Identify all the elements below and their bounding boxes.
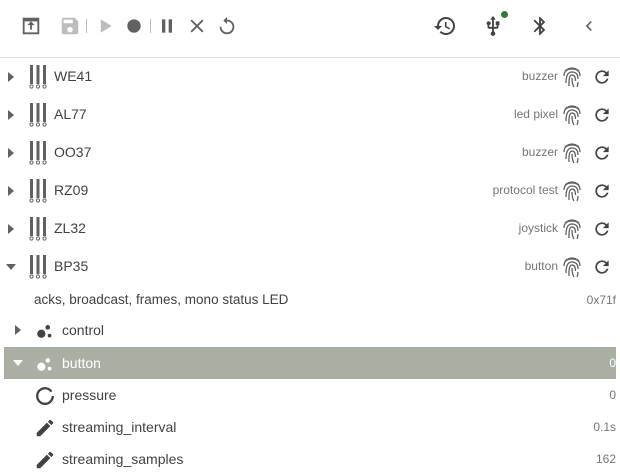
register-value: 0 xyxy=(609,388,616,402)
device-row[interactable]: RZ09 protocol test xyxy=(0,172,620,210)
device-tag: buzzer xyxy=(521,145,558,159)
register-row-streaming-interval[interactable]: streaming_interval 0.1s xyxy=(0,411,620,443)
register-name: pressure xyxy=(62,387,117,403)
close-icon[interactable] xyxy=(184,13,210,39)
save-icon[interactable] xyxy=(57,13,83,39)
caret-right-icon[interactable] xyxy=(6,223,16,235)
device-firmware-id: 0x71f xyxy=(586,293,616,307)
fingerprint-icon[interactable] xyxy=(562,142,582,164)
fingerprint-icon[interactable] xyxy=(562,66,582,88)
chevron-left-icon[interactable] xyxy=(576,13,602,39)
pencil-icon[interactable] xyxy=(34,417,56,439)
device-name: OO37 xyxy=(54,144,92,160)
device-tag: buzzer xyxy=(521,69,558,83)
history-icon[interactable] xyxy=(432,13,458,39)
refresh-icon[interactable] xyxy=(592,219,612,239)
service-name: button xyxy=(62,355,101,371)
toolbar-divider xyxy=(150,19,151,33)
device-name: RZ09 xyxy=(54,182,89,198)
caret-right-icon[interactable] xyxy=(6,147,16,159)
fingerprint-icon[interactable] xyxy=(562,218,582,240)
usb-icon[interactable] xyxy=(480,11,508,39)
device-icon xyxy=(29,65,47,89)
pause-icon[interactable] xyxy=(154,13,180,39)
device-tag: protocol test xyxy=(492,183,558,197)
service-name: control xyxy=(62,322,105,338)
refresh-icon[interactable] xyxy=(592,143,612,163)
device-row[interactable]: AL77 led pixel xyxy=(0,96,620,134)
device-name: AL77 xyxy=(54,106,87,122)
device-tag: button xyxy=(524,259,558,273)
device-row[interactable]: BP35 button xyxy=(0,248,620,286)
device-name: ZL32 xyxy=(54,220,86,236)
pencil-icon[interactable] xyxy=(34,449,56,471)
refresh-icon[interactable] xyxy=(592,181,612,201)
caret-down-icon[interactable] xyxy=(13,358,23,368)
gauge-ring-icon xyxy=(34,385,56,407)
register-value: 0.1s xyxy=(593,420,616,434)
fingerprint-icon[interactable] xyxy=(562,256,582,278)
device-description-row: acks, broadcast, frames, mono status LED… xyxy=(0,284,620,316)
register-row-streaming-samples[interactable]: streaming_samples 162 xyxy=(0,443,620,475)
service-row-button[interactable]: button 0 xyxy=(4,347,616,379)
refresh-icon[interactable] xyxy=(592,257,612,277)
play-icon[interactable] xyxy=(92,13,118,39)
refresh-icon[interactable] xyxy=(592,67,612,87)
caret-right-icon[interactable] xyxy=(13,325,23,335)
register-name: streaming_interval xyxy=(62,419,177,435)
device-row[interactable]: WE41 buzzer xyxy=(0,58,620,96)
reset-icon[interactable] xyxy=(214,13,240,39)
device-icon xyxy=(29,179,47,203)
device-row[interactable]: ZL32 joystick xyxy=(0,210,620,248)
toolbar-divider xyxy=(86,19,87,33)
caret-right-icon[interactable] xyxy=(6,109,16,121)
device-row[interactable]: OO37 buzzer xyxy=(0,134,620,172)
fingerprint-icon[interactable] xyxy=(562,104,582,126)
device-icon xyxy=(29,217,47,241)
device-tag: led pixel xyxy=(513,107,558,121)
service-row-control[interactable]: control xyxy=(0,314,620,346)
caret-down-icon[interactable] xyxy=(6,261,16,273)
service-icon xyxy=(34,353,56,375)
caret-right-icon[interactable] xyxy=(6,185,16,197)
device-name: BP35 xyxy=(54,258,89,274)
toolbar xyxy=(0,0,620,58)
device-icon xyxy=(29,103,47,127)
register-row-pressure[interactable]: pressure 0 xyxy=(0,379,620,411)
device-icon xyxy=(29,255,47,279)
fingerprint-icon[interactable] xyxy=(562,180,582,202)
device-tag: joystick xyxy=(518,221,558,235)
service-value: 0 xyxy=(609,356,616,370)
bluetooth-icon[interactable] xyxy=(527,13,553,39)
refresh-icon[interactable] xyxy=(592,105,612,125)
upload-icon[interactable] xyxy=(18,13,44,39)
record-icon[interactable] xyxy=(121,13,147,39)
usb-status-dot xyxy=(501,11,508,18)
service-icon xyxy=(34,320,56,342)
device-description: acks, broadcast, frames, mono status LED xyxy=(34,292,289,307)
register-value: 162 xyxy=(595,452,616,466)
device-icon xyxy=(29,141,47,165)
caret-right-icon[interactable] xyxy=(6,71,16,83)
device-name: WE41 xyxy=(54,68,93,84)
register-name: streaming_samples xyxy=(62,451,184,467)
